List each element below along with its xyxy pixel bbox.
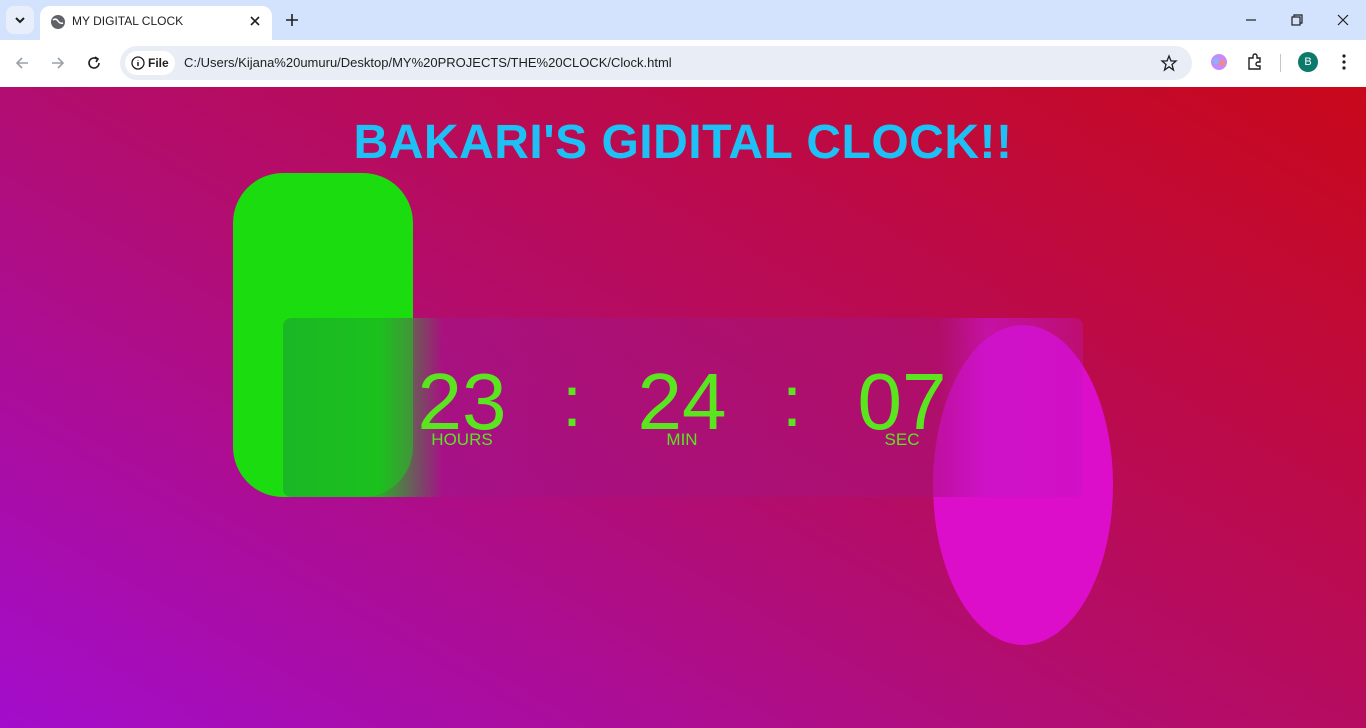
extension-brain-icon[interactable] xyxy=(1209,52,1229,72)
chevron-down-icon xyxy=(15,17,25,24)
new-tab-icon[interactable] xyxy=(282,10,302,30)
minimize-icon[interactable] xyxy=(1243,12,1259,28)
browser-toolbar: File C:/Users/Kijana%20umuru/Desktop/MY%… xyxy=(0,40,1366,87)
hours-unit: 23 HOURS xyxy=(382,362,542,450)
seconds-unit: 07 SEC xyxy=(822,362,982,450)
extensions-puzzle-icon[interactable] xyxy=(1245,52,1265,72)
back-icon[interactable] xyxy=(13,54,31,72)
tab-strip: MY DIGITAL CLOCK xyxy=(0,0,1366,40)
url-text[interactable]: C:/Users/Kijana%20umuru/Desktop/MY%20PRO… xyxy=(184,55,672,70)
address-bar[interactable]: File C:/Users/Kijana%20umuru/Desktop/MY%… xyxy=(120,46,1192,80)
toolbar-separator xyxy=(1280,54,1281,72)
bookmark-star-icon[interactable] xyxy=(1160,54,1178,72)
minutes-unit: 24 MIN xyxy=(602,362,762,450)
reload-icon[interactable] xyxy=(85,54,103,72)
colon-separator-2: : xyxy=(781,362,802,442)
hours-label: HOURS xyxy=(431,430,493,449)
site-chip-label: File xyxy=(148,56,169,70)
page-title: BAKARI'S GIDITAL CLOCK!! xyxy=(353,116,1013,169)
restore-icon[interactable] xyxy=(1289,12,1305,28)
menu-kebab-icon[interactable] xyxy=(1334,52,1354,72)
seconds-label: SEC xyxy=(884,430,920,449)
browser-tab[interactable]: MY DIGITAL CLOCK xyxy=(40,6,272,40)
clock-panel: 23 HOURS : 24 MIN : 07 SEC xyxy=(283,318,1083,497)
info-icon xyxy=(131,56,145,70)
tab-title: MY DIGITAL CLOCK xyxy=(72,14,184,28)
close-window-icon[interactable] xyxy=(1335,12,1351,28)
site-info-chip[interactable]: File xyxy=(125,51,175,75)
tab-search-button[interactable] xyxy=(6,6,34,34)
clock-page: BAKARI'S GIDITAL CLOCK!! 23 HOURS : 24 M… xyxy=(0,87,1366,728)
forward-icon[interactable] xyxy=(49,54,67,72)
colon-separator-1: : xyxy=(561,362,582,442)
close-tab-icon[interactable] xyxy=(248,14,262,28)
minutes-label: MIN xyxy=(666,430,698,449)
globe-icon xyxy=(51,15,65,29)
profile-avatar[interactable]: B xyxy=(1298,52,1318,72)
